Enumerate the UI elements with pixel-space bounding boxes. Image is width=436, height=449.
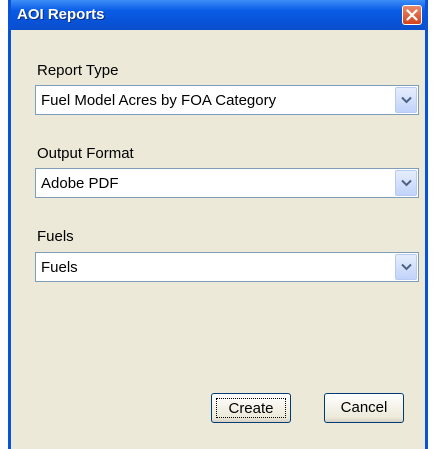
fuels-dropdown-button[interactable] [395,254,417,280]
fuels-dropdown[interactable]: Fuels [35,252,419,282]
output-format-label: Output Format [37,145,134,162]
window-title: AOI Reports [17,6,105,23]
create-button-label: Create [216,398,286,418]
report-type-label: Report Type [37,62,119,79]
output-format-value: Adobe PDF [41,175,119,192]
output-format-dropdown-button[interactable] [395,170,417,196]
report-type-dropdown[interactable]: Fuel Model Acres by FOA Category [35,85,419,115]
chevron-down-icon [401,263,412,271]
chevron-down-icon [401,179,412,187]
report-type-dropdown-button[interactable] [395,87,417,113]
fuels-label: Fuels [37,228,74,245]
create-button[interactable]: Create [211,393,291,423]
output-format-dropdown[interactable]: Adobe PDF [35,168,419,198]
title-bar[interactable]: AOI Reports [11,0,425,30]
report-type-value: Fuel Model Acres by FOA Category [41,92,277,109]
fuels-value: Fuels [41,259,78,276]
chevron-down-icon [401,96,412,104]
close-button[interactable] [402,5,422,25]
close-icon [406,9,418,21]
aoi-reports-dialog: AOI Reports Report Type Fuel Model Acres… [8,0,428,449]
cancel-button[interactable]: Cancel [324,393,404,423]
